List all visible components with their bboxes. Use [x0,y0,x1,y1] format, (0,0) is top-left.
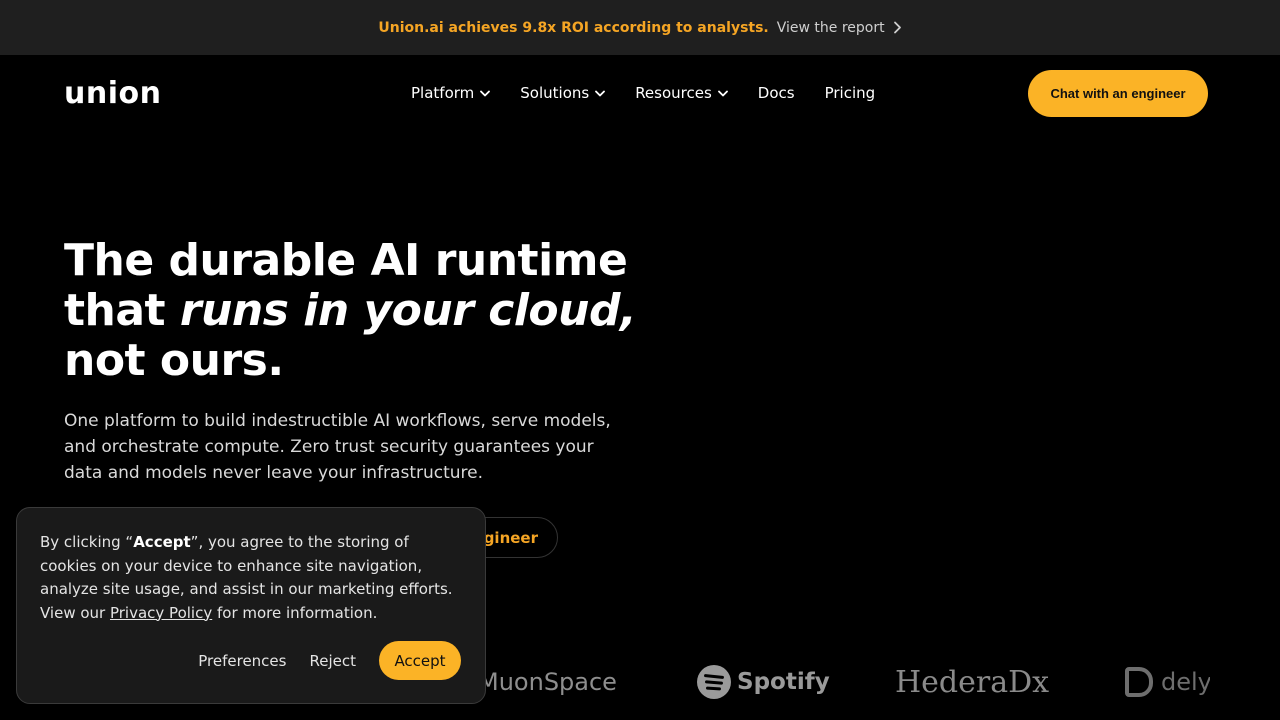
nav-item-label: Platform [411,84,475,102]
view-report-label: View the report [776,19,885,36]
logo-hederadx-text: HederaDx [895,664,1050,700]
hero-title-line1: The durable AI runtime [64,235,628,286]
nav-item-pricing[interactable]: Pricing [825,84,876,102]
customer-logos: MuonSpace Spotify HederaDx dely [470,660,1210,704]
hero-title-line2-prefix: that [64,285,180,336]
cookie-text-suffix: for more information. [212,603,378,622]
view-report-link[interactable]: View the report [777,20,902,36]
logo-spotify-text: Spotify [737,669,830,695]
cookie-text: By clicking “Accept”, you agree to the s… [40,531,470,625]
logo-hederadx: HederaDx [895,660,1049,704]
cookie-consent-dialog: By clicking “Accept”, you agree to the s… [16,507,486,704]
logo-muonspace: MuonSpace [478,660,617,704]
nav-item-label: Pricing [824,84,876,102]
nav-item-docs[interactable]: Docs [758,84,795,102]
hero-subtitle: One platform to build indestructible AI … [64,411,611,483]
nav-item-label: Resources [635,84,712,102]
union-logo[interactable]: union [64,79,161,109]
hero-title-line3: not ours. [64,335,284,386]
logo-dely-text: dely [1161,668,1210,696]
nav-item-solutions[interactable]: Solutions [520,84,606,102]
logo-dely: dely [1125,660,1210,704]
spotify-icon [697,665,731,699]
hero-title: The durable AI runtime that runs in your… [64,236,684,386]
nav-menu: Platform Solutions Resources Docs Pricin… [411,84,875,102]
announcement-banner: Union.ai achieves 9.8x ROI according to … [0,0,1280,55]
chevron-down-icon [717,90,728,96]
cookie-text-prefix: By clicking “ [40,533,134,551]
nav-item-label: Docs [757,84,795,102]
cookie-accept-word: Accept [133,533,191,551]
chat-with-engineer-button[interactable]: Chat with an engineer [1028,70,1208,117]
main-nav: union Platform Solutions Resources Docs … [0,55,1280,133]
hero-title-emphasis: runs in your cloud, [179,285,637,336]
dely-icon [1125,667,1153,697]
reject-button[interactable]: Reject [309,652,356,670]
accept-button[interactable]: Accept [379,641,461,680]
logo-muonspace-text: MuonSpace [478,668,617,696]
chevron-down-icon [595,90,606,96]
chevron-right-icon [893,21,901,34]
privacy-policy-link[interactable]: Privacy Policy [110,604,212,622]
nav-item-label: Solutions [520,84,590,102]
chevron-down-icon [480,90,491,96]
preferences-button[interactable]: Preferences [198,652,286,670]
banner-highlight: Union.ai achieves 9.8x ROI according to … [378,19,769,36]
nav-item-platform[interactable]: Platform [411,84,491,102]
cookie-actions: Preferences Reject Accept [198,641,461,680]
logo-spotify: Spotify [697,660,830,704]
nav-item-resources[interactable]: Resources [635,84,728,102]
